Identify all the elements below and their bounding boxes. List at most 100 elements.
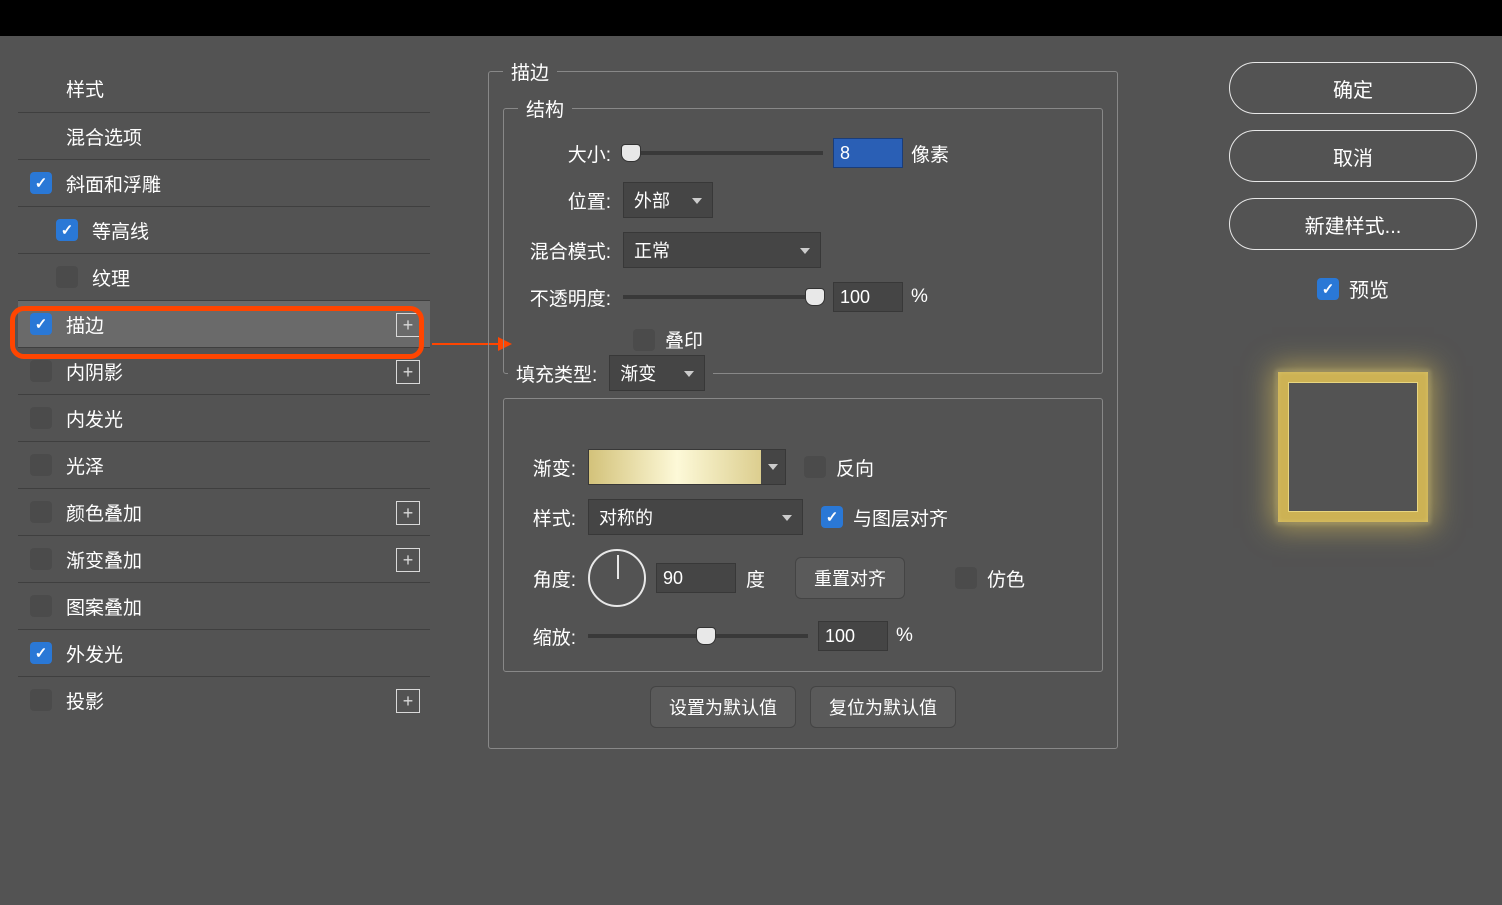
stroke-checkbox[interactable] [30, 313, 52, 335]
styles-header-label: 样式 [66, 75, 104, 102]
dither-label: 仿色 [987, 565, 1025, 592]
structure-fieldset: 结构 大小: 像素 位置: 外部 混合模式: 正常 不透明度: % [503, 95, 1103, 374]
set-default-button[interactable]: 设置为默认值 [650, 686, 796, 728]
contour-label: 等高线 [92, 217, 149, 244]
new-style-button[interactable]: 新建样式... [1229, 198, 1477, 250]
add-gradient-overlay-icon[interactable]: + [396, 548, 420, 572]
stroke-row[interactable]: 描边 + [18, 300, 430, 347]
blending-options-row[interactable]: 混合选项 [18, 112, 430, 159]
preview-label: 预览 [1349, 274, 1389, 303]
outer-glow-checkbox[interactable] [30, 642, 52, 664]
opacity-row: 不透明度: % [518, 282, 1088, 312]
reset-align-label: 重置对齐 [814, 565, 886, 591]
contour-checkbox[interactable] [56, 219, 78, 241]
gradient-style-value: 对称的 [599, 504, 653, 530]
cancel-label: 取消 [1333, 142, 1373, 171]
scale-unit: % [896, 625, 913, 647]
texture-row[interactable]: 纹理 [18, 253, 430, 300]
bevel-checkbox[interactable] [30, 172, 52, 194]
size-unit: 像素 [911, 140, 949, 167]
add-drop-shadow-icon[interactable]: + [396, 689, 420, 713]
spacer [30, 125, 52, 147]
reset-default-label: 复位为默认值 [829, 694, 937, 720]
angle-dial[interactable] [588, 549, 646, 607]
reverse-label: 反向 [836, 454, 874, 481]
align-layer-label: 与图层对齐 [853, 504, 948, 531]
ok-button[interactable]: 确定 [1229, 62, 1477, 114]
cancel-button[interactable]: 取消 [1229, 130, 1477, 182]
size-input[interactable] [833, 138, 903, 168]
gradient-style-row: 样式: 对称的 与图层对齐 [518, 499, 1088, 535]
size-slider[interactable] [623, 151, 823, 155]
blend-mode-select[interactable]: 正常 [623, 232, 821, 268]
gradient-style-select[interactable]: 对称的 [588, 499, 803, 535]
angle-label: 角度: [518, 565, 588, 592]
structure-legend: 结构 [518, 95, 572, 122]
pattern-overlay-label: 图案叠加 [66, 593, 142, 620]
opacity-input[interactable] [833, 282, 903, 312]
bevel-emboss-row[interactable]: 斜面和浮雕 [18, 159, 430, 206]
styles-header-row[interactable]: 样式 [18, 65, 430, 112]
angle-input[interactable] [656, 563, 736, 593]
reverse-checkbox[interactable] [804, 456, 826, 478]
ok-label: 确定 [1333, 74, 1373, 103]
gradient-picker[interactable] [588, 449, 786, 485]
opacity-slider[interactable] [623, 295, 823, 299]
add-stroke-icon[interactable]: + [396, 313, 420, 337]
reset-align-button[interactable]: 重置对齐 [795, 557, 905, 599]
align-layer-checkbox[interactable] [821, 506, 843, 528]
color-overlay-checkbox[interactable] [30, 501, 52, 523]
position-select[interactable]: 外部 [623, 182, 713, 218]
gradient-overlay-checkbox[interactable] [30, 548, 52, 570]
gradient-overlay-label: 渐变叠加 [66, 546, 142, 573]
drop-shadow-row[interactable]: 投影 + [18, 676, 430, 723]
add-inner-shadow-icon[interactable]: + [396, 360, 420, 384]
right-panel: 确定 取消 新建样式... 预览 [1224, 62, 1482, 567]
gradient-style-label: 样式: [518, 504, 588, 531]
window-titlebar [0, 0, 1502, 36]
outer-glow-row[interactable]: 外发光 [18, 629, 430, 676]
satin-row[interactable]: 光泽 [18, 441, 430, 488]
contour-row[interactable]: 等高线 [18, 206, 430, 253]
set-default-label: 设置为默认值 [669, 694, 777, 720]
reset-default-button[interactable]: 复位为默认值 [810, 686, 956, 728]
scale-input[interactable] [818, 621, 888, 651]
overprint-checkbox[interactable] [633, 329, 655, 351]
inner-shadow-checkbox[interactable] [30, 360, 52, 382]
pattern-overlay-checkbox[interactable] [30, 595, 52, 617]
defaults-row: 设置为默认值 复位为默认值 [503, 686, 1103, 728]
add-color-overlay-icon[interactable]: + [396, 501, 420, 525]
color-overlay-row[interactable]: 颜色叠加 + [18, 488, 430, 535]
outer-glow-label: 外发光 [66, 640, 123, 667]
blend-mode-value: 正常 [634, 237, 670, 263]
scale-slider[interactable] [588, 634, 808, 638]
inner-glow-row[interactable]: 内发光 [18, 394, 430, 441]
styles-list-panel: 样式 混合选项 斜面和浮雕 等高线 纹理 描边 + 内阴影 + 内发光 光泽 颜… [18, 65, 430, 723]
drop-shadow-checkbox[interactable] [30, 689, 52, 711]
stroke-fieldset-legend: 描边 [503, 58, 557, 85]
size-label: 大小: [518, 140, 623, 167]
scale-label: 缩放: [518, 623, 588, 650]
inner-shadow-row[interactable]: 内阴影 + [18, 347, 430, 394]
angle-unit: 度 [746, 565, 765, 592]
overprint-row: 叠印 [633, 326, 1088, 353]
preview-checkbox[interactable] [1317, 278, 1339, 300]
dither-checkbox[interactable] [955, 567, 977, 589]
pattern-overlay-row[interactable]: 图案叠加 [18, 582, 430, 629]
blend-mode-row: 混合模式: 正常 [518, 232, 1088, 268]
satin-label: 光泽 [66, 452, 104, 479]
position-value: 外部 [634, 187, 670, 213]
fill-type-select[interactable]: 渐变 [609, 355, 705, 391]
inner-glow-label: 内发光 [66, 405, 123, 432]
drop-shadow-label: 投影 [66, 687, 104, 714]
gradient-dropdown-icon[interactable] [761, 450, 785, 484]
satin-checkbox[interactable] [30, 454, 52, 476]
bevel-label: 斜面和浮雕 [66, 170, 161, 197]
blending-label: 混合选项 [66, 123, 142, 150]
gradient-overlay-row[interactable]: 渐变叠加 + [18, 535, 430, 582]
texture-checkbox[interactable] [56, 266, 78, 288]
inner-shadow-label: 内阴影 [66, 358, 123, 385]
fill-fieldset: 渐变: 反向 样式: 对称的 与图层对齐 角度: 度 [503, 398, 1103, 672]
fill-type-row: 填充类型: 渐变 [508, 355, 713, 391]
inner-glow-checkbox[interactable] [30, 407, 52, 429]
